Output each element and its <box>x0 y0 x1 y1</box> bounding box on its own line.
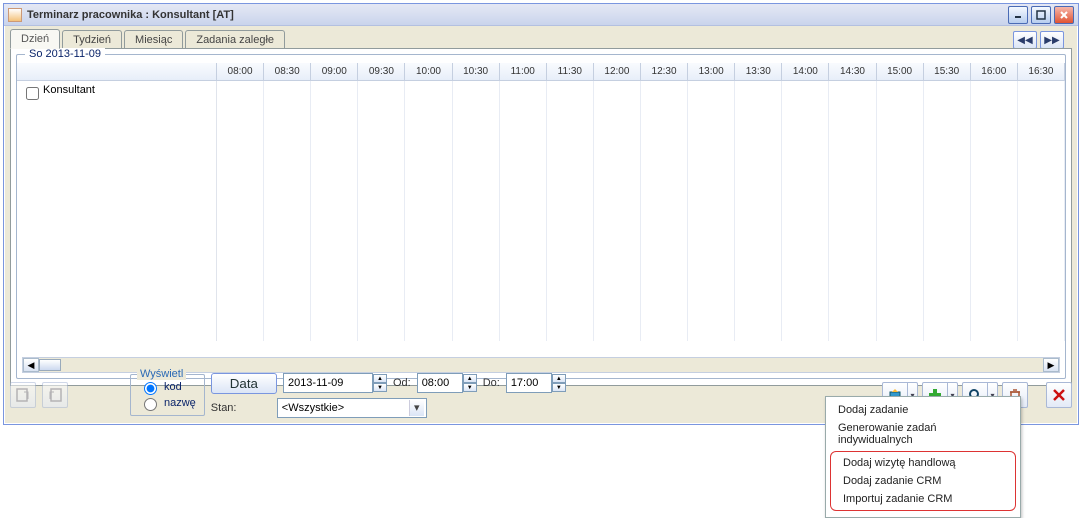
date-button[interactable]: Data <box>211 373 277 394</box>
display-group: Wyświetl kod nazwę <box>130 374 205 416</box>
export-icon <box>15 387 31 403</box>
export-button[interactable] <box>10 382 36 408</box>
scroll-right-button[interactable]: ▶ <box>1043 358 1059 372</box>
date-up[interactable]: ▲ <box>373 374 387 383</box>
from-down[interactable]: ▼ <box>463 383 477 392</box>
row-checkbox[interactable] <box>26 87 39 100</box>
time-col: 12:30 <box>641 63 688 80</box>
radio-nazwe[interactable]: nazwę <box>139 395 196 411</box>
time-col: 16:00 <box>971 63 1018 80</box>
window: Terminarz pracownika : Konsultant [AT] D… <box>3 3 1079 425</box>
from-label: Od: <box>393 377 411 389</box>
time-col: 14:00 <box>782 63 829 80</box>
tab-overdue[interactable]: Zadania zaległe <box>185 30 285 49</box>
from-up[interactable]: ▲ <box>463 374 477 383</box>
to-up[interactable]: ▲ <box>552 374 566 383</box>
tab-day[interactable]: Dzień <box>10 29 60 49</box>
prev-page-button[interactable]: ◀◀ <box>1013 31 1037 49</box>
time-col: 13:00 <box>688 63 735 80</box>
app-icon <box>8 8 22 22</box>
context-menu[interactable]: Dodaj zadanie Generowanie zadań indywidu… <box>825 396 1021 518</box>
menu-add-crm[interactable]: Dodaj zadanie CRM <box>833 472 1013 490</box>
time-col: 15:00 <box>877 63 924 80</box>
import-icon <box>47 387 63 403</box>
window-title: Terminarz pracownika : Konsultant [AT] <box>27 9 234 21</box>
time-col: 12:00 <box>594 63 641 80</box>
time-from-input[interactable] <box>417 373 463 393</box>
date-header: So 2013-11-09 <box>25 48 105 60</box>
time-col: 15:30 <box>924 63 971 80</box>
tab-panel: So 2013-11-09 08:00 08:30 09:00 09:30 10… <box>10 48 1072 386</box>
time-col: 09:00 <box>311 63 358 80</box>
menu-add-visit[interactable]: Dodaj wizytę handlową <box>833 454 1013 472</box>
tab-strip: Dzień Tydzień Miesiąc Zadania zaległe ◀◀… <box>4 26 1078 49</box>
close-button[interactable] <box>1054 6 1074 24</box>
minimize-button[interactable] <box>1008 6 1028 24</box>
date-input[interactable] <box>283 373 373 393</box>
state-select[interactable]: <Wszystkie> <box>277 398 427 418</box>
date-down[interactable]: ▼ <box>373 383 387 392</box>
day-group: So 2013-11-09 08:00 08:30 09:00 09:30 10… <box>16 54 1066 379</box>
time-col: 09:30 <box>358 63 405 80</box>
time-col: 10:30 <box>453 63 500 80</box>
time-to-input[interactable] <box>506 373 552 393</box>
time-col: 08:30 <box>264 63 311 80</box>
tab-month[interactable]: Miesiąc <box>124 30 183 49</box>
menu-gen-individual[interactable]: Generowanie zadań indywidualnych <box>828 419 1018 449</box>
time-header: 08:00 08:30 09:00 09:30 10:00 10:30 11:0… <box>17 63 1065 81</box>
schedule-grid[interactable]: Konsultant <box>17 81 1065 341</box>
scroll-left-button[interactable]: ◀ <box>23 358 39 372</box>
time-col: 10:00 <box>405 63 452 80</box>
menu-add-task[interactable]: Dodaj zadanie <box>828 401 1018 419</box>
menu-import-crm[interactable]: Importuj zadanie CRM <box>833 490 1013 508</box>
radio-kod[interactable]: kod <box>139 379 196 395</box>
close-icon <box>1052 388 1066 402</box>
time-col: 11:30 <box>547 63 594 80</box>
display-group-title: Wyświetl <box>137 368 186 380</box>
employee-label: Konsultant <box>43 84 95 96</box>
time-col: 08:00 <box>217 63 264 80</box>
tab-week[interactable]: Tydzień <box>62 30 122 49</box>
to-down[interactable]: ▼ <box>552 383 566 392</box>
maximize-button[interactable] <box>1031 6 1051 24</box>
to-label: Do: <box>483 377 500 389</box>
close-panel-button[interactable] <box>1046 382 1072 408</box>
next-page-button[interactable]: ▶▶ <box>1040 31 1064 49</box>
state-label: Stan: <box>211 402 271 414</box>
menu-highlight-box: Dodaj wizytę handlową Dodaj zadanie CRM … <box>830 451 1016 511</box>
scroll-thumb[interactable] <box>39 359 61 371</box>
time-col: 13:30 <box>735 63 782 80</box>
import-button[interactable] <box>42 382 68 408</box>
row-label-cell: Konsultant <box>17 81 217 341</box>
titlebar: Terminarz pracownika : Konsultant [AT] <box>4 4 1078 26</box>
time-col: 14:30 <box>829 63 876 80</box>
time-col: 16:30 <box>1018 63 1065 80</box>
time-col: 11:00 <box>500 63 547 80</box>
